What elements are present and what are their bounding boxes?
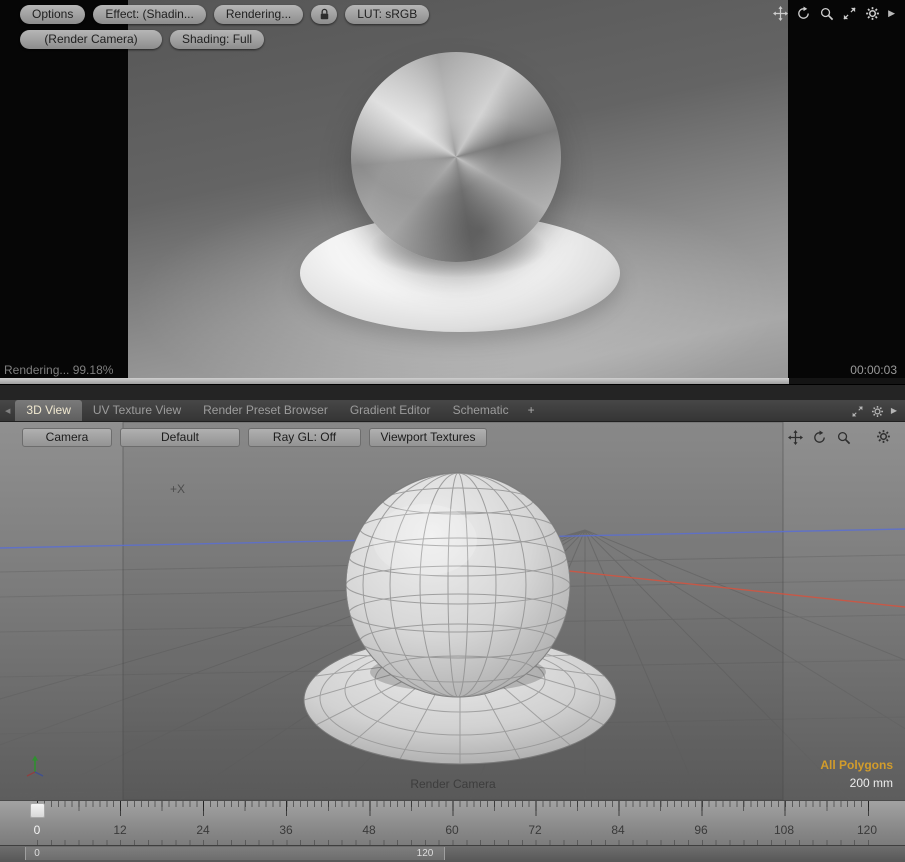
timeline-label-96: 96 [694,823,707,837]
tab-3d-view[interactable]: 3D View [15,400,81,421]
timeline-label-84: 84 [611,823,624,837]
gear-icon[interactable] [876,429,891,444]
timeline[interactable]: 0 12 24 36 48 60 72 84 96 108 120 [0,800,905,845]
shading-mode-button[interactable]: Shading: Full [170,30,264,49]
timeline-label-36: 36 [279,823,292,837]
tab-scroll-left-icon[interactable]: ◀ [5,407,10,415]
timeline-label-108: 108 [774,823,794,837]
playhead[interactable] [30,803,45,818]
rendering-button[interactable]: Rendering... [214,5,303,24]
timeline-label-72: 72 [528,823,541,837]
viewport-tab-bar: ◀ 3D View UV Texture View Render Preset … [0,400,905,422]
rotate-icon[interactable] [796,6,811,21]
render-preview-image[interactable] [128,0,788,378]
render-view-controls: ▶ [773,6,895,21]
viewport-toolbar: Camera Default Ray GL: Off Viewport Text… [22,428,487,447]
expand-icon[interactable] [842,6,857,21]
render-camera-button[interactable]: (Render Camera) [20,30,162,49]
pan-icon[interactable] [773,6,788,21]
timeline-label-48: 48 [362,823,375,837]
modo-window: Options Effect: (Shadin... Rendering... … [0,0,905,862]
tab-uv-texture-view[interactable]: UV Texture View [82,400,192,421]
timeline-label-0: 0 [34,823,41,837]
lock-button[interactable] [311,5,337,24]
render-status-text: Rendering... 99.18% [4,363,113,377]
render-elapsed-time: 00:00:03 [850,363,897,377]
lut-button[interactable]: LUT: sRGB [345,5,429,24]
wireframe-sphere [346,473,570,697]
selection-mode-label: All Polygons [820,758,893,772]
options-button[interactable]: Options [20,5,85,24]
viewport-textures-button[interactable]: Viewport Textures [369,428,487,447]
expand-icon[interactable] [851,405,864,418]
axis-gizmo-icon [22,752,48,778]
pan-icon[interactable] [788,430,803,445]
panel-divider [0,384,905,400]
render-toolbar-row1: Options Effect: (Shadin... Rendering... … [20,5,429,24]
zoom-icon[interactable] [836,430,851,445]
raygl-button[interactable]: Ray GL: Off [248,428,361,447]
3d-scene-canvas[interactable] [0,422,905,800]
menu-arrow-icon[interactable]: ▶ [888,9,895,18]
timeline-label-24: 24 [196,823,209,837]
timeline-major-ticks [37,801,869,816]
timeline-range-bar[interactable]: 0 120 [0,845,905,862]
timeline-label-60: 60 [445,823,458,837]
gear-icon[interactable] [871,405,884,418]
shading-preset-button[interactable]: Default [120,428,240,447]
render-progress-fill [0,378,789,384]
range-start-label: 0 [34,848,40,859]
tab-gradient-editor[interactable]: Gradient Editor [339,400,442,421]
rotate-icon[interactable] [812,430,827,445]
zoom-icon[interactable] [819,6,834,21]
menu-arrow-icon[interactable]: ▶ [891,407,897,415]
viewport-info: All Polygons 200 mm [820,758,893,790]
camera-name-label: Render Camera [123,777,783,791]
tab-bar-controls: ▶ [851,400,897,422]
tab-add-button[interactable]: + [520,400,543,421]
tab-render-preset-browser[interactable]: Render Preset Browser [192,400,339,421]
timeline-label-12: 12 [113,823,126,837]
focal-length-label: 200 mm [820,776,893,790]
render-toolbar-row2: (Render Camera) Shading: Full [20,30,264,49]
effect-button[interactable]: Effect: (Shadin... [93,5,206,24]
camera-select-button[interactable]: Camera [22,428,112,447]
timeline-label-120: 120 [857,823,877,837]
range-handle[interactable] [25,847,445,860]
axis-label: +X [170,482,185,496]
rendered-sphere [351,52,561,262]
viewport-3d[interactable]: Camera Default Ray GL: Off Viewport Text… [0,422,905,800]
render-progress-bar [0,378,905,384]
tab-schematic[interactable]: Schematic [442,400,520,421]
range-end-label: 120 [417,848,434,859]
gear-icon[interactable] [865,6,880,21]
viewport-controls [788,430,851,445]
render-preview-viewport[interactable]: Options Effect: (Shadin... Rendering... … [0,0,905,378]
lock-icon [317,7,332,22]
